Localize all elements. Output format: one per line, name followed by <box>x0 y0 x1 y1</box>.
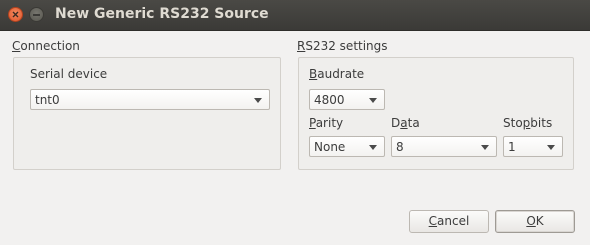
stopbits-label-pre: Sto <box>503 116 523 130</box>
parity-value: None <box>314 140 346 154</box>
minimize-icon[interactable] <box>29 7 44 22</box>
cancel-button[interactable]: Cancel <box>409 210 489 233</box>
chevron-down-icon <box>369 98 377 103</box>
chevron-down-icon <box>481 145 489 150</box>
ok-mnemonic: O <box>526 214 536 228</box>
dialog-window: New Generic RS232 Source Connection Seri… <box>0 0 590 245</box>
close-icon[interactable] <box>8 7 23 22</box>
baudrate-combo[interactable]: 4800 <box>309 89 385 110</box>
stopbits-label: Stopbits <box>503 116 552 130</box>
window-title: New Generic RS232 Source <box>55 6 269 22</box>
baudrate-label: Baudrate <box>309 67 364 81</box>
chevron-down-icon <box>547 145 555 150</box>
data-bits-value: 8 <box>396 140 404 154</box>
connection-section-label: Connection <box>12 39 80 53</box>
cancel-mnemonic: C <box>428 214 438 228</box>
parity-combo[interactable]: None <box>309 136 385 157</box>
parity-label: Parity <box>309 116 343 130</box>
connection-label-rest: onnection <box>20 39 80 53</box>
data-label-mnemonic: a <box>400 116 408 130</box>
data-bits-combo[interactable]: 8 <box>391 136 497 157</box>
parity-label-mnemonic: P <box>309 116 316 130</box>
data-label: Data <box>391 116 420 130</box>
close-glyph <box>12 11 19 18</box>
data-label-pre: D <box>391 116 401 130</box>
rs232-section-label: RS232 settings <box>297 39 388 53</box>
chevron-down-icon <box>369 145 377 150</box>
serial-device-label: Serial device <box>30 67 108 81</box>
serial-device-combo[interactable]: tnt0 <box>30 89 270 110</box>
ok-label-rest: K <box>535 214 544 228</box>
baudrate-value: 4800 <box>314 93 345 107</box>
stopbits-value: 1 <box>508 140 516 154</box>
baudrate-label-rest: audrate <box>317 67 365 81</box>
stopbits-combo[interactable]: 1 <box>503 136 563 157</box>
parity-label-rest: arity <box>315 116 344 130</box>
title-bar[interactable]: New Generic RS232 Source <box>0 0 590 31</box>
chevron-down-icon <box>254 98 262 103</box>
baudrate-label-mnemonic: B <box>309 67 318 81</box>
ok-button[interactable]: OK <box>495 210 575 233</box>
serial-device-value: tnt0 <box>35 93 60 107</box>
rs232-label-rest: S232 settings <box>305 39 388 53</box>
data-label-rest: ta <box>407 116 420 130</box>
minimize-glyph <box>33 14 40 16</box>
cancel-label-rest: ancel <box>437 214 470 228</box>
stopbits-label-rest: bits <box>530 116 553 130</box>
